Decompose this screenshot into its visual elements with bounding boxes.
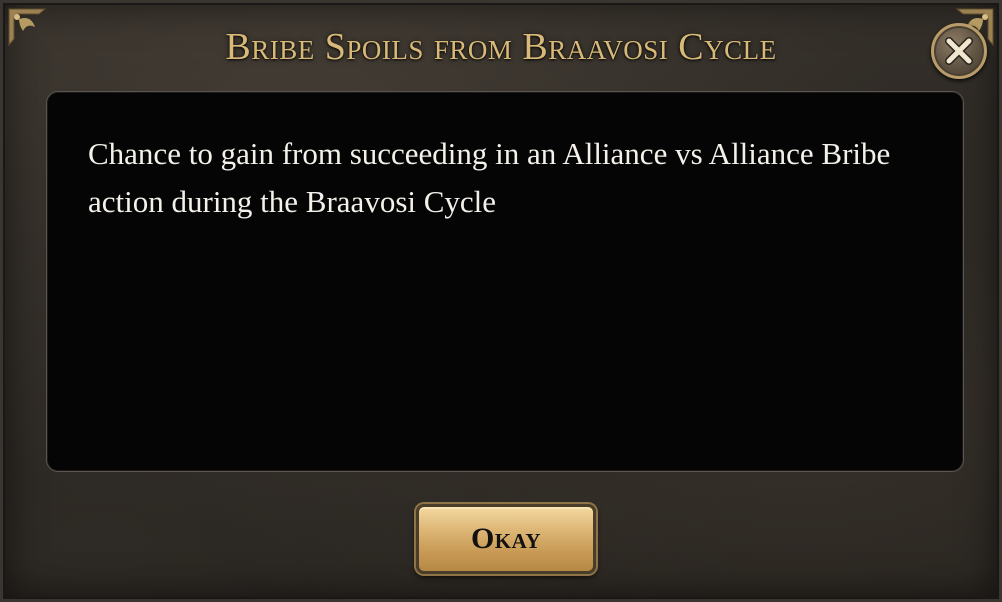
bribe-spoils-dialog: Bribe Spoils from Braavosi Cycle Chance …	[0, 0, 1002, 602]
okay-button-label: Okay	[470, 522, 542, 555]
okay-button[interactable]: Okay	[416, 504, 596, 574]
close-button[interactable]	[931, 23, 987, 79]
content-panel: Chance to gain from succeeding in an All…	[46, 91, 964, 472]
dialog-title: Bribe Spoils from Braavosi Cycle	[225, 26, 777, 68]
description-text: Chance to gain from succeeding in an All…	[88, 136, 891, 219]
close-x-icon	[945, 37, 973, 65]
